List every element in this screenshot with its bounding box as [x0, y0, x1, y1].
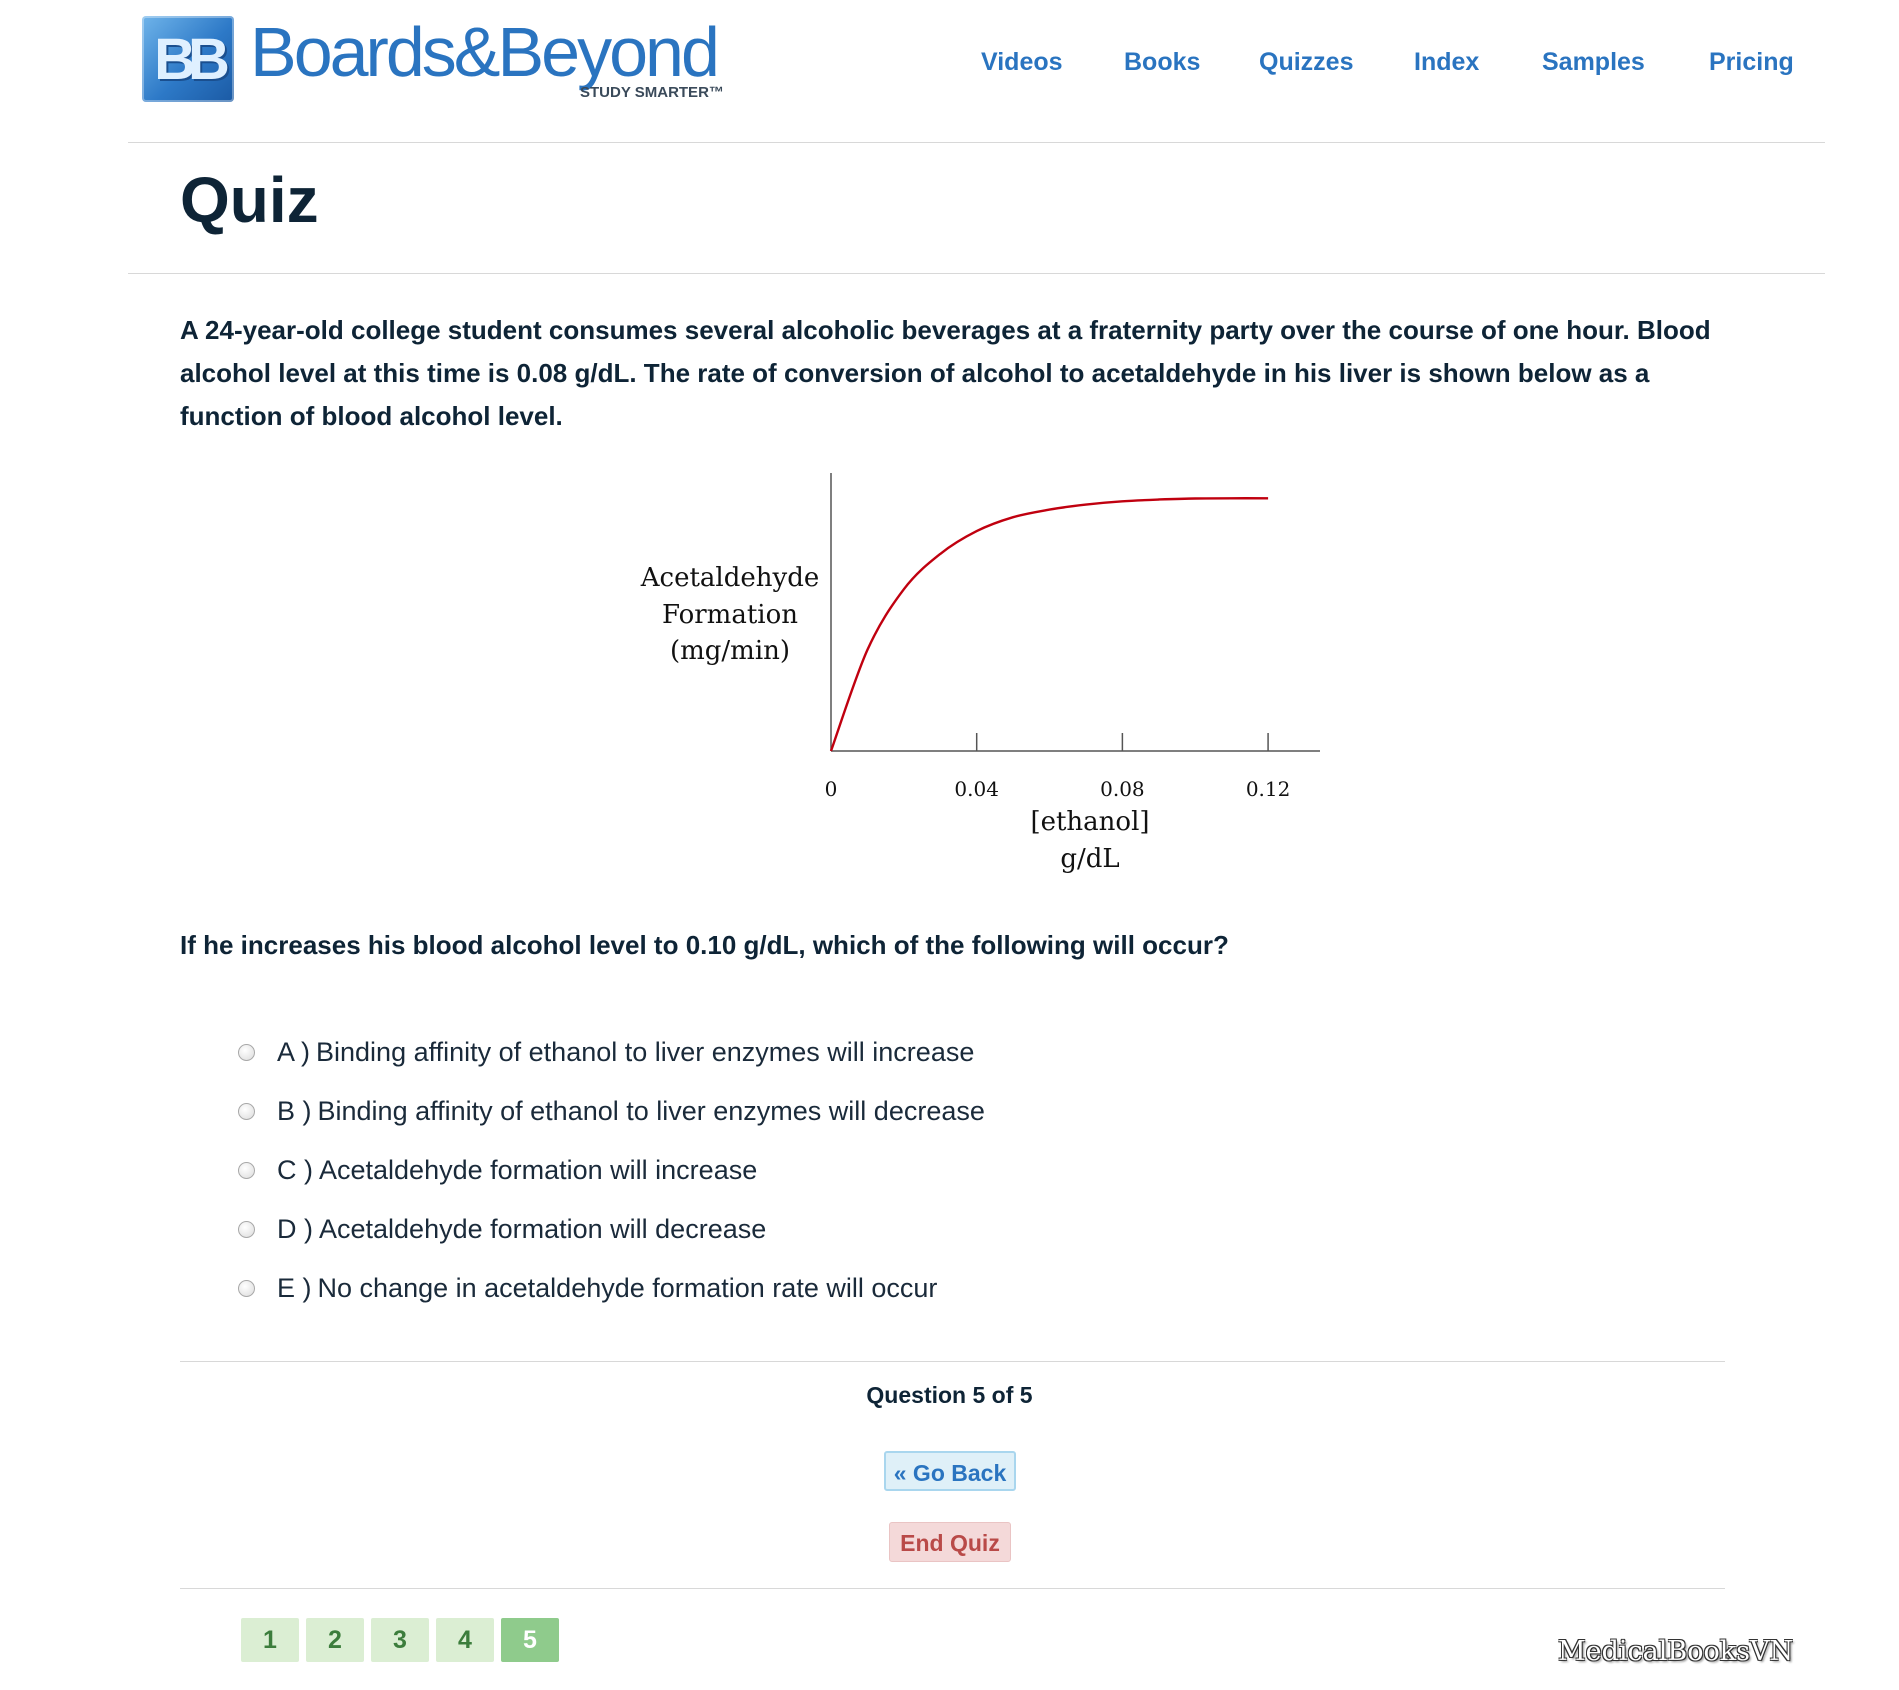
x-tick-label: 0.12 [1246, 777, 1291, 801]
answer-option-c[interactable]: C ) Acetaldehyde formation will increase [238, 1148, 1638, 1207]
radio-button[interactable] [238, 1044, 255, 1061]
answer-letter: B ) [277, 1096, 312, 1126]
page-button-4[interactable]: 4 [436, 1618, 494, 1662]
header-divider [128, 142, 1825, 143]
answer-option-d[interactable]: D ) Acetaldehyde formation will decrease [238, 1207, 1638, 1266]
answer-letter: A ) [277, 1037, 311, 1067]
title-divider [128, 273, 1825, 274]
x-tick-label: 0 [825, 777, 838, 801]
page-button-2[interactable]: 2 [306, 1618, 364, 1662]
site-header: BB Boards&Beyond STUDY SMARTER™ Videos B… [0, 0, 1899, 142]
radio-button[interactable] [238, 1280, 255, 1297]
answer-letter: E ) [277, 1273, 312, 1303]
question-progress: Question 5 of 5 [866, 1382, 1033, 1408]
answer-letter: D ) [277, 1214, 313, 1244]
question-stem: A 24-year-old college student consumes s… [180, 315, 1711, 431]
ylabel-line-2: Formation [662, 600, 798, 630]
page-title: Quiz [180, 164, 319, 236]
xlabel-line-1: [ethanol] [1030, 807, 1149, 837]
ylabel-line-1: Acetaldehyde [640, 563, 819, 593]
xlabel-line-2: g/dL [1060, 844, 1119, 874]
page-button-1[interactable]: 1 [241, 1618, 299, 1662]
page-button-5[interactable]: 5 [501, 1618, 559, 1662]
answers-divider [180, 1361, 1725, 1362]
answer-text: Binding affinity of ethanol to liver enz… [317, 1096, 985, 1126]
radio-button[interactable] [238, 1162, 255, 1179]
nav-samples[interactable]: Samples [1542, 48, 1645, 77]
ylabel-line-3: (mg/min) [670, 636, 790, 666]
answer-text: Acetaldehyde formation will decrease [319, 1214, 767, 1244]
nav-pricing[interactable]: Pricing [1709, 48, 1794, 77]
answer-text: No change in acetaldehyde formation rate… [317, 1273, 938, 1303]
answer-option-a[interactable]: A ) Binding affinity of ethanol to liver… [238, 1030, 1638, 1089]
logo-tagline: STUDY SMARTER™ [580, 84, 724, 101]
go-back-button[interactable]: « Go Back [884, 1451, 1016, 1491]
answer-list: A ) Binding affinity of ethanol to liver… [238, 1030, 1638, 1325]
nav-index[interactable]: Index [1414, 48, 1479, 77]
curve-line [829, 497, 1269, 752]
answer-option-e[interactable]: E ) No change in acetaldehyde formation … [238, 1266, 1638, 1325]
nav-books[interactable]: Books [1124, 48, 1200, 77]
x-tick-label: 0.08 [1100, 777, 1145, 801]
footer-divider [180, 1588, 1725, 1589]
question-prompt: If he increases his blood alcohol level … [180, 930, 1229, 960]
end-quiz-button[interactable]: End Quiz [889, 1522, 1011, 1562]
radio-button[interactable] [238, 1221, 255, 1238]
answer-letter: C ) [277, 1155, 313, 1185]
answer-option-b[interactable]: B ) Binding affinity of ethanol to liver… [238, 1089, 1638, 1148]
radio-button[interactable] [238, 1103, 255, 1120]
x-ticks: 0 0.04 0.08 0.12 [825, 733, 1291, 801]
watermark: MedicalBooksVN [1558, 1636, 1794, 1667]
page-button-3[interactable]: 3 [371, 1618, 429, 1662]
main-nav: Videos Books Quizzes Index Samples Prici… [0, 48, 1899, 84]
nav-videos[interactable]: Videos [981, 48, 1063, 77]
rate-chart: 0 0.04 0.08 0.12 Acetaldehyde Formation (mg… [640, 473, 1320, 874]
x-tick-label: 0.04 [954, 777, 999, 801]
answer-text: Acetaldehyde formation will increase [319, 1155, 758, 1185]
nav-quizzes[interactable]: Quizzes [1259, 48, 1353, 77]
answer-text: Binding affinity of ethanol to liver enz… [316, 1037, 975, 1067]
